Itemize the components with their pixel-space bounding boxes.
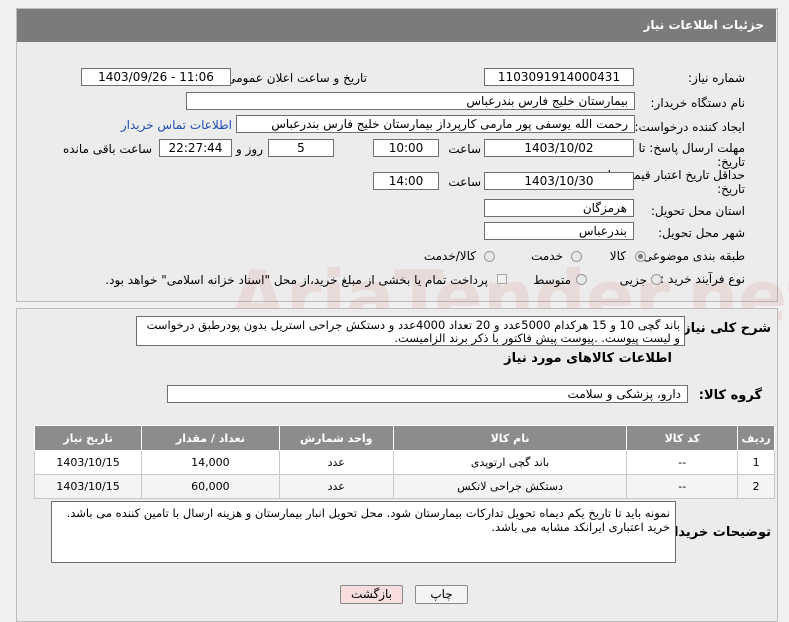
category-both-label: کالا/خدمت: [423, 249, 476, 263]
buyer-notes-label: توضیحات خریدار:: [661, 525, 771, 540]
send-date-field: 1403/10/02: [484, 139, 634, 157]
goods-group-label: گروه کالا:: [698, 388, 762, 403]
cell-date: 1403/10/15: [33, 474, 143, 499]
remaining-time-field: 22:27:44: [159, 139, 232, 157]
creator-label: ایجاد کننده درخواست:: [634, 120, 745, 134]
days-label: روز و: [236, 142, 263, 156]
process-partial-radio[interactable]: [651, 274, 662, 285]
validity-time-field: 14:00: [373, 172, 439, 190]
treasury-payment-note: پرداخت تمام یا بخشی از مبلغ خرید،از محل …: [105, 273, 488, 287]
contact-info-link[interactable]: اطلاعات تماس خریدار: [121, 118, 232, 132]
description-textarea[interactable]: باند گچی 10 و 15 هرکدام 5000عدد و 20 تعد…: [136, 316, 685, 346]
buyer-org-label: نام دستگاه خریدار:: [650, 96, 746, 110]
col-qty-header: تعداد / مقدار: [141, 425, 280, 451]
cell-date: 1403/10/15: [33, 450, 143, 475]
category-goods-radio[interactable]: [635, 251, 646, 262]
print-button[interactable]: چاپ: [415, 585, 468, 604]
process-medium-label: متوسط: [533, 273, 571, 287]
city-label: شهر محل تحویل:: [658, 226, 745, 240]
process-medium-radio[interactable]: [576, 274, 587, 285]
need-number-field: 1103091914000431: [484, 68, 634, 86]
col-name-header: نام کالا: [392, 425, 628, 451]
cell-qty: 14,000: [141, 450, 280, 475]
goods-section-title: اطلاعات کالاهای مورد نیاز: [504, 351, 672, 366]
col-row-header: ردیف: [737, 425, 775, 451]
process-label: نوع فرآیند خرید :: [660, 272, 745, 286]
send-time-label: ساعت: [448, 142, 481, 156]
goods-group-field: دارو، پزشکی و سلامت: [167, 385, 688, 403]
cell-row: 2: [737, 474, 775, 499]
process-partial-label: جزیی: [619, 273, 647, 287]
treasury-payment-checkbox[interactable]: [497, 274, 507, 284]
city-field: بندرعباس: [484, 222, 634, 240]
table-header-row: ردیف کد کالا نام کالا واحد شمارش تعداد /…: [33, 425, 775, 451]
cell-name: باند گچی ارتوپدی: [392, 450, 628, 475]
cell-unit: عدد: [278, 474, 394, 499]
col-code-header: کد کالا: [626, 425, 739, 451]
cell-name: دستکش جراحی لاتکس: [392, 474, 628, 499]
cell-code: --: [626, 474, 739, 499]
send-deadline-label-2: تاریخ:: [717, 155, 745, 169]
back-button[interactable]: بازگشت: [340, 585, 403, 604]
col-date-header: تاریخ نیاز: [33, 425, 143, 451]
buyer-notes-textarea[interactable]: نمونه باید تا تاریخ یکم دیماه تحویل تدار…: [51, 501, 676, 563]
validity-label-2: تاریخ:: [717, 182, 745, 196]
announce-field: 1403/09/26 - 11:06: [81, 68, 231, 86]
items-table: ردیف کد کالا نام کالا واحد شمارش تعداد /…: [33, 425, 775, 499]
send-deadline-label: مهلت ارسال پاسخ: تا: [638, 141, 745, 155]
creator-field: رحمت الله یوسفی پور مارمی کارپرداز بیمار…: [236, 115, 635, 133]
panel-title: جزئیات اطلاعات نیاز: [643, 18, 764, 32]
days-field: 5: [268, 139, 334, 157]
category-both-radio[interactable]: [484, 251, 495, 262]
validity-time-label: ساعت: [448, 175, 481, 189]
col-unit-header: واحد شمارش: [278, 425, 394, 451]
cell-code: --: [626, 450, 739, 475]
need-number-label: شماره نیاز:: [688, 71, 745, 85]
description-label: شرح کلی نیاز:: [677, 321, 771, 336]
cell-qty: 60,000: [141, 474, 280, 499]
table-row[interactable]: 1 -- باند گچی ارتوپدی عدد 14,000 1403/10…: [33, 450, 775, 475]
category-goods-label: کالا: [609, 249, 626, 263]
category-label: طبقه بندی موضوعی:: [638, 249, 745, 263]
buyer-org-field: بیمارستان خلیج فارس بندرعباس: [186, 92, 635, 110]
province-field: هرمزگان: [484, 199, 634, 217]
province-label: استان محل تحویل:: [650, 204, 745, 218]
panel-header: جزئیات اطلاعات نیاز: [17, 9, 776, 42]
send-time-field: 10:00: [373, 139, 439, 157]
cell-row: 1: [737, 450, 775, 475]
category-service-radio[interactable]: [571, 251, 582, 262]
remaining-label: ساعت باقی مانده: [62, 142, 152, 156]
cell-unit: عدد: [278, 450, 394, 475]
announce-label: تاریخ و ساعت اعلان عمومی:: [222, 71, 367, 85]
category-service-label: خدمت: [531, 249, 563, 263]
validity-date-field: 1403/10/30: [484, 172, 634, 190]
table-row[interactable]: 2 -- دستکش جراحی لاتکس عدد 60,000 1403/1…: [33, 474, 775, 499]
